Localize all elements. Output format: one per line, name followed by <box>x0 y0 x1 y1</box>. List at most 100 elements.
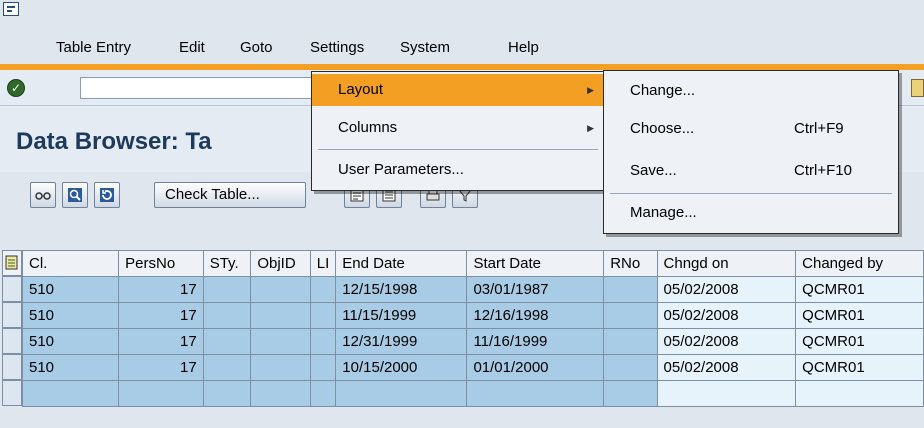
cell-subtype <box>202 302 252 329</box>
cell-li <box>309 302 337 329</box>
cell-start-date: 12/16/1998 <box>466 302 605 329</box>
cell-subtype <box>202 276 252 303</box>
column-header-subtype[interactable]: STy. <box>202 250 252 277</box>
column-header-rno[interactable]: RNo <box>603 250 658 277</box>
menu-item-shortcut: Ctrl+F9 <box>794 120 844 137</box>
system-menu-icon[interactable] <box>3 2 19 16</box>
cell-start-date: 11/16/1999 <box>466 328 605 355</box>
menu-settings[interactable]: Settings <box>310 39 364 56</box>
cell-end-date: 11/15/1999 <box>335 302 468 329</box>
column-header-persno[interactable]: PersNo <box>118 250 204 277</box>
column-header-client[interactable]: Cl. <box>21 250 120 277</box>
cell-persno: 17 <box>118 328 204 355</box>
cell-persno: 17 <box>118 302 204 329</box>
cell-end-date: 12/31/1999 <box>335 328 468 355</box>
settings-menu: Layout ▶ Columns ▶ User Parameters... <box>311 71 605 191</box>
cell-changed-by <box>795 380 924 407</box>
cell-changed-on: 05/02/2008 <box>656 276 797 303</box>
row-selector[interactable] <box>2 302 22 328</box>
menu-item-manage[interactable]: Manage... <box>604 197 898 229</box>
command-field[interactable] <box>80 77 340 99</box>
cell-objid <box>250 328 311 355</box>
cell-li <box>309 380 337 407</box>
select-all-icon[interactable] <box>2 250 22 276</box>
menu-item-label: Columns <box>338 119 398 136</box>
menu-item-layout[interactable]: Layout ▶ <box>312 74 604 106</box>
menu-edit[interactable]: Edit <box>179 39 205 56</box>
page-title: Data Browser: Ta <box>16 128 212 155</box>
cell-subtype <box>202 380 252 407</box>
cell-objid <box>250 302 311 329</box>
menu-item-change[interactable]: Change... <box>604 75 898 107</box>
cell-changed-by: QCMR01 <box>795 276 924 303</box>
column-header-objid[interactable]: ObjID <box>250 250 311 277</box>
cell-client: 510 <box>21 328 120 355</box>
menu-item-label: Change... <box>630 82 696 99</box>
data-table: Cl. PersNo STy. ObjID LI End Date Start … <box>21 250 924 407</box>
menu-item-label: Save... <box>630 162 677 179</box>
menu-item-shortcut: Ctrl+F10 <box>794 162 852 179</box>
cell-start-date: 01/01/2000 <box>466 354 605 381</box>
check-table-button[interactable]: Check Table... <box>154 182 306 208</box>
column-header-changed-on[interactable]: Chngd on <box>656 250 797 277</box>
cell-objid <box>250 380 311 407</box>
cell-rno <box>603 328 658 355</box>
column-header-changed-by[interactable]: Changed by <box>795 250 924 277</box>
title-strip <box>0 0 924 34</box>
table-header-row: Cl. PersNo STy. ObjID LI End Date Start … <box>21 250 924 277</box>
menu-item-label: Choose... <box>630 120 695 137</box>
cell-persno: 17 <box>118 276 204 303</box>
table-row[interactable]: 510 17 12/15/1998 03/01/1987 05/02/2008 … <box>21 276 924 303</box>
cell-changed-by: QCMR01 <box>795 328 924 355</box>
cell-objid <box>250 354 311 381</box>
toolbar-icon[interactable] <box>911 79 924 97</box>
cell-objid <box>250 276 311 303</box>
data-table-area: Cl. PersNo STy. ObjID LI End Date Start … <box>0 228 924 428</box>
cell-client: 510 <box>21 276 120 303</box>
submenu-arrow-icon: ▶ <box>587 123 594 133</box>
menu-bar: Table Entry Edit Goto Settings System He… <box>0 34 924 64</box>
glasses-icon[interactable] <box>30 182 56 208</box>
table-row[interactable]: 510 17 10/15/2000 01/01/2000 05/02/2008 … <box>21 354 924 381</box>
cell-client: 510 <box>21 302 120 329</box>
row-selector[interactable] <box>2 328 22 354</box>
cell-end-date <box>335 380 468 407</box>
menu-goto[interactable]: Goto <box>240 39 273 56</box>
menu-system[interactable]: System <box>400 39 450 56</box>
cell-start-date: 03/01/1987 <box>466 276 605 303</box>
menu-table-entry[interactable]: Table Entry <box>56 39 131 56</box>
column-header-start-date[interactable]: Start Date <box>466 250 605 277</box>
column-header-end-date[interactable]: End Date <box>335 250 468 277</box>
menu-item-user-parameters[interactable]: User Parameters... <box>312 154 604 186</box>
cell-changed-on: 05/02/2008 <box>656 328 797 355</box>
cell-rno <box>603 380 658 407</box>
cell-li <box>309 328 337 355</box>
cell-persno <box>118 380 204 407</box>
menu-item-label: User Parameters... <box>338 161 464 178</box>
menu-item-label: Manage... <box>630 204 697 221</box>
menu-item-columns[interactable]: Columns ▶ <box>312 112 604 144</box>
cell-rno <box>603 302 658 329</box>
cell-start-date <box>466 380 605 407</box>
table-row[interactable]: 510 17 11/15/1999 12/16/1998 05/02/2008 … <box>21 302 924 329</box>
table-row[interactable] <box>21 380 924 407</box>
cell-persno: 17 <box>118 354 204 381</box>
cell-client: 510 <box>21 354 120 381</box>
menu-item-save[interactable]: Save... Ctrl+F10 <box>604 155 898 187</box>
row-selector[interactable] <box>2 380 22 406</box>
row-selector[interactable] <box>2 354 22 380</box>
submenu-arrow-icon: ▶ <box>587 85 594 95</box>
ok-checkmark-icon[interactable]: ✓ <box>7 79 25 97</box>
menu-separator <box>610 193 892 194</box>
search-icon[interactable] <box>62 182 88 208</box>
menu-item-choose[interactable]: Choose... Ctrl+F9 <box>604 113 898 145</box>
column-header-li[interactable]: LI <box>309 250 337 277</box>
menu-separator <box>318 149 598 150</box>
row-selector[interactable] <box>2 276 22 302</box>
cell-end-date: 10/15/2000 <box>335 354 468 381</box>
table-row[interactable]: 510 17 12/31/1999 11/16/1999 05/02/2008 … <box>21 328 924 355</box>
menu-help[interactable]: Help <box>508 39 539 56</box>
cell-changed-on: 05/02/2008 <box>656 302 797 329</box>
refresh-icon[interactable] <box>94 182 120 208</box>
cell-changed-on <box>656 380 797 407</box>
